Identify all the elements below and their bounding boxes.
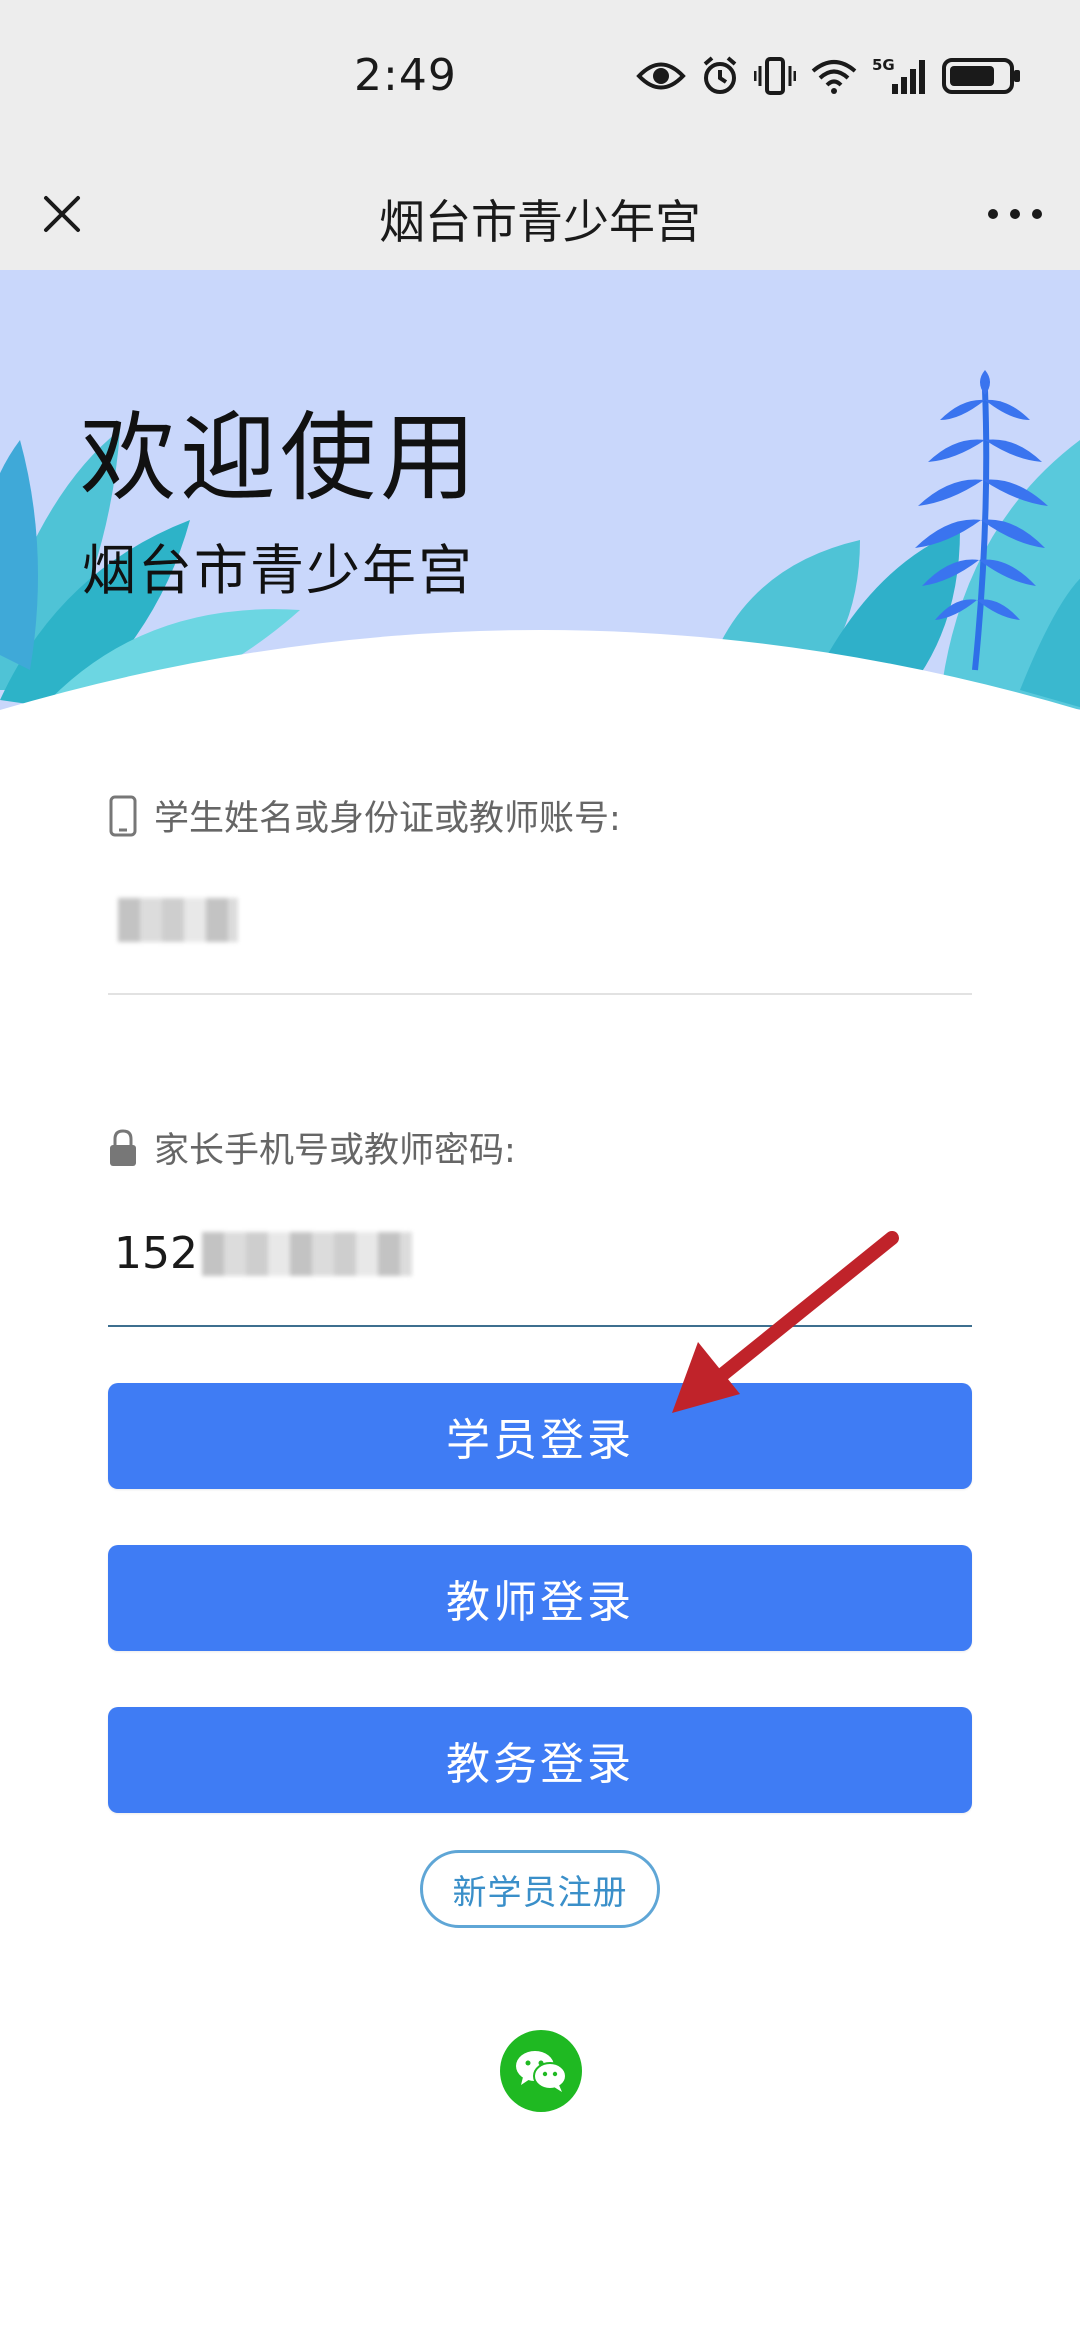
wechat-login-button[interactable]: [500, 2030, 582, 2112]
password-input[interactable]: 152: [114, 1228, 412, 1279]
password-underline: [108, 1325, 972, 1327]
battery-icon: [942, 57, 1022, 99]
hero-subtitle: 烟台市青少年宫: [82, 539, 474, 602]
more-button[interactable]: [980, 182, 1050, 246]
alarm-icon: [700, 55, 740, 101]
wechat-icon: [516, 2051, 567, 2092]
account-underline: [108, 993, 972, 995]
phone-icon: [109, 795, 137, 836]
redacted-account-value: [118, 898, 238, 942]
admin-login-button[interactable]: 教务登录: [108, 1707, 972, 1813]
hero-banner: 欢迎使用 烟台市青少年宫: [0, 270, 1080, 730]
teacher-login-button[interactable]: 教师登录: [108, 1545, 972, 1651]
lock-icon: [110, 1128, 136, 1166]
signal-5g-icon: 5G: [872, 56, 928, 100]
status-bar: 2:49 5G: [0, 0, 1080, 160]
network-label: 5G: [872, 56, 895, 74]
page-title: 烟台市青少年宫: [379, 195, 701, 249]
vibrate-icon: [753, 56, 797, 100]
password-label-text: 家长手机号或教师密码:: [154, 1131, 516, 1171]
wifi-icon: [810, 57, 858, 99]
account-label-text: 学生姓名或身份证或教师账号:: [154, 799, 621, 839]
account-input[interactable]: [118, 898, 238, 942]
eye-icon: [636, 59, 686, 97]
redacted-password-value: [201, 1231, 412, 1276]
password-visible-value: 152: [114, 1228, 198, 1279]
register-button[interactable]: 新学员注册: [420, 1850, 660, 1928]
more-icon: [988, 209, 1042, 219]
title-bar: 烟台市青少年宫: [0, 160, 1080, 270]
status-icons: 5G: [636, 54, 1022, 102]
status-time: 2:49: [354, 50, 457, 101]
hero-title: 欢迎使用: [80, 402, 480, 514]
password-label: 家长手机号或教师密码:: [108, 1122, 516, 1173]
student-login-button[interactable]: 学员登录: [108, 1383, 972, 1489]
account-label: 学生姓名或身份证或教师账号:: [108, 790, 621, 841]
